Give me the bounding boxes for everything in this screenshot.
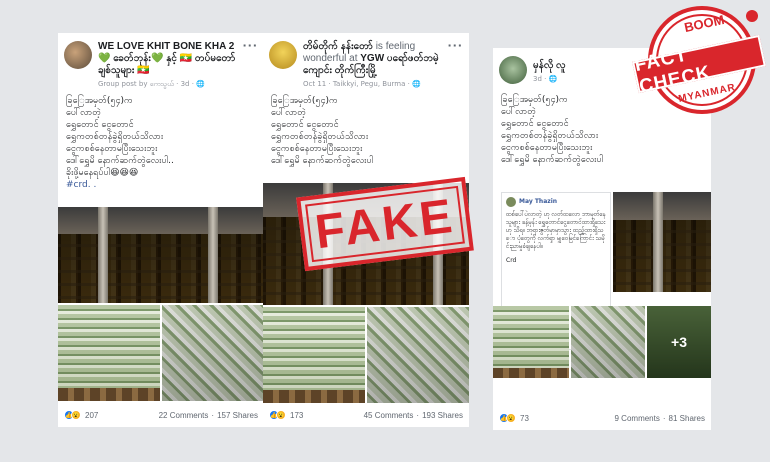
- post-stats: 👍 😮 73 9 Comments · 81 Shares: [499, 413, 705, 423]
- more-photos-tile[interactable]: +3: [647, 306, 711, 378]
- post-line: ငွေကစစ်နေတာမပြီးသေးဘူး: [66, 144, 158, 154]
- post-line: ငွေကစစ်နေတာမပြီးသေးဘူး: [271, 144, 363, 154]
- share-count[interactable]: 193 Shares: [422, 411, 463, 420]
- reactions[interactable]: 👍 😮: [64, 410, 81, 420]
- share-count[interactable]: 157 Shares: [217, 411, 258, 420]
- avatar[interactable]: [269, 41, 297, 69]
- post-line: ခိုးဖို့မနေရပ်ပါ😆😆😆: [66, 168, 139, 178]
- shared-author[interactable]: May Thazin: [519, 198, 557, 206]
- post-line: ရွှေတောင် ငွေတောင်: [66, 120, 134, 130]
- post-line: ရွှေကတစ်တန်ခွဲရှိတယ်သိလား: [66, 132, 164, 142]
- post-text: ခြြေအမှတ်(၅၄)က ပေါ်လာတဲ့ ရွှေတောင် ငွေတေ…: [58, 89, 264, 195]
- share-count[interactable]: 81 Shares: [669, 414, 705, 423]
- post-header: WE LOVE KHIT BONE KHA 2 💚 ခေတ်ဘုန်း💚 နှင…: [58, 33, 264, 89]
- post-meta: Oct 11 · Taikkyi, Pegu, Burma · 🌐: [303, 80, 421, 88]
- bomb-icon: [746, 10, 758, 22]
- wow-icon: 😮: [71, 410, 81, 420]
- cash-stacks-photo[interactable]: [367, 307, 469, 403]
- cash-pallet-photo[interactable]: [58, 305, 160, 401]
- hashtag-link[interactable]: #crd. .: [66, 179, 256, 191]
- post-header: တိမ်တိုက် နန်းတော် is feeling wonderful …: [263, 33, 469, 89]
- post-text: ခြြေအမှတ်(၅၄)က ပေါ်လာတဲ့ ရွှေတောင် ငွေတေ…: [263, 89, 469, 171]
- post-line: ငွေကစစ်နေတာမပြီးသေးဘူး: [501, 143, 593, 153]
- post-line: ပေါ်လာတဲ့: [271, 108, 306, 118]
- post-card-1: WE LOVE KHIT BONE KHA 2 💚 ခေတ်ဘုန်း💚 နှင…: [58, 33, 264, 427]
- gold-bars-photo[interactable]: [58, 207, 264, 303]
- comment-count[interactable]: 22 Comments: [159, 411, 209, 420]
- reaction-count[interactable]: 173: [290, 411, 303, 420]
- post-line: ပေါ်လာတဲ့: [66, 108, 101, 118]
- shared-avatar: [506, 197, 516, 207]
- more-photos-count[interactable]: +3: [647, 306, 711, 378]
- reaction-count[interactable]: 207: [85, 411, 98, 420]
- avatar[interactable]: [64, 41, 92, 69]
- wow-icon: 😮: [506, 413, 516, 423]
- cash-pallet-photo[interactable]: [263, 307, 365, 403]
- post-line: ဒေါ်ရွှေမိ နောက်ဆက်တွဲလေးပါ: [501, 155, 604, 165]
- post-meta: Group post by ကေသွယ် · 3d · 🌐: [98, 80, 205, 88]
- comment-count[interactable]: 9 Comments: [615, 414, 660, 423]
- post-line: ဒေါ်ရွှေမိ နောက်ဆက်တွဲလေးပါ: [271, 156, 374, 166]
- comment-count[interactable]: 45 Comments: [364, 411, 414, 420]
- post-author[interactable]: တိမ်တိုက် နန်းတော် is feeling wonderful …: [303, 41, 461, 77]
- post-line: ခြြေအမှတ်(၅၄)က: [271, 96, 338, 106]
- shared-tag: Crd: [506, 257, 517, 264]
- reactions[interactable]: 👍 😮: [269, 410, 286, 420]
- author-name[interactable]: တိမ်တိုက် နန်းတော်: [303, 41, 373, 52]
- post-stats: 👍 😮 173 45 Comments · 193 Shares: [269, 410, 463, 420]
- cash-stacks-photo[interactable]: [571, 306, 645, 378]
- post-line: ရွှေကတစ်တန်ခွဲရှိတယ်သိလား: [271, 132, 369, 142]
- gold-bars-photo[interactable]: [613, 192, 711, 292]
- cash-stacks-photo[interactable]: [162, 305, 264, 401]
- cash-pallet-photo[interactable]: [493, 306, 569, 378]
- avatar[interactable]: [499, 56, 527, 84]
- post-stats: 👍 😮 207 22 Comments · 157 Shares: [64, 410, 258, 420]
- post-author[interactable]: WE LOVE KHIT BONE KHA 2 💚 ခေတ်ဘုန်း💚 နှင…: [98, 41, 256, 77]
- fake-stamp-label: FAKE: [312, 189, 458, 259]
- wow-icon: 😮: [276, 410, 286, 420]
- post-line: ရွှေတောင် ငွေတောင်: [271, 120, 339, 130]
- post-line: ခြြေအမှတ်(၅၄)က: [66, 96, 133, 106]
- fact-check-badge: BOOM FACT CHECK MYANMAR: [632, 4, 766, 122]
- more-options-icon[interactable]: ···: [242, 39, 258, 52]
- post-line: ရွှေကတစ်တန်ခွဲရှိတယ်သိလား: [501, 131, 599, 141]
- shared-text: ထစ်ပေါ်ပဲလာတဲ့ ဟု လတ်ထလော ဘာမှတ်နေသူများ…: [506, 211, 607, 250]
- post-line: ဒေါ်ရွှေမိ နောက်ဆက်တွဲလေးပါ..: [66, 156, 174, 166]
- more-options-icon[interactable]: ···: [447, 39, 463, 52]
- reaction-count[interactable]: 73: [520, 414, 529, 423]
- reactions[interactable]: 👍 😮: [499, 413, 516, 423]
